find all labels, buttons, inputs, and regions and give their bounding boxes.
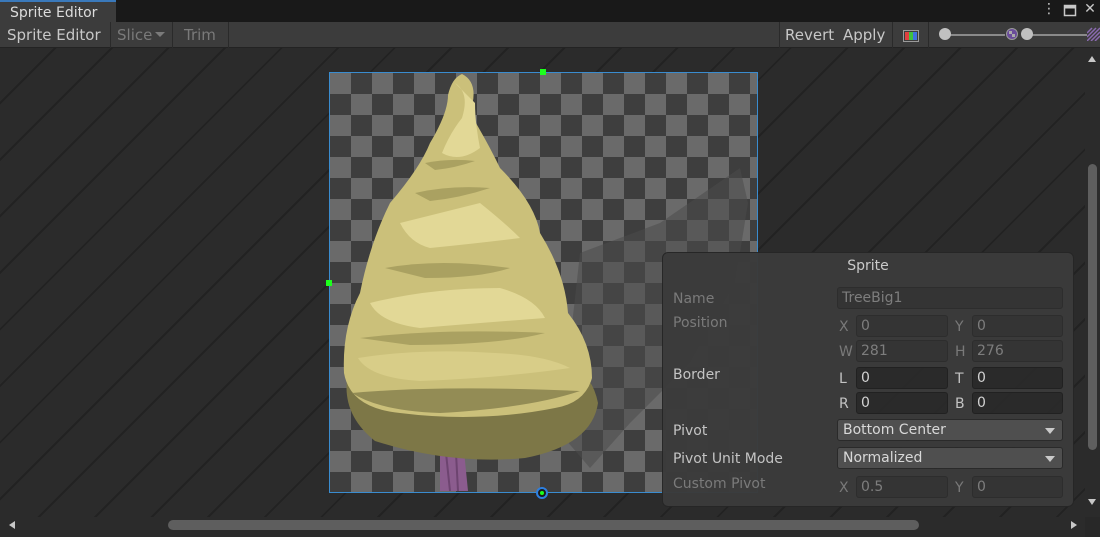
- panel-title: Sprite: [847, 258, 889, 274]
- pivot-handle[interactable]: [536, 487, 548, 499]
- border-t-field[interactable]: 0: [972, 367, 1063, 389]
- size-w-label: W: [839, 344, 853, 360]
- custom-pivot-x-label: X: [839, 480, 849, 496]
- border-t-label: T: [955, 371, 964, 387]
- slice-dropdown-label: Slice: [117, 26, 153, 44]
- vertical-scroll-thumb[interactable]: [1088, 164, 1097, 450]
- mip-level-icon: [1086, 27, 1100, 42]
- scroll-right-icon[interactable]: [1071, 521, 1077, 529]
- border-r-field[interactable]: 0: [856, 392, 948, 414]
- horizontal-scroll-thumb[interactable]: [168, 520, 919, 530]
- pivot-dropdown-value: Bottom Center: [843, 422, 946, 438]
- custom-pivot-x-field[interactable]: 0.5: [856, 476, 948, 498]
- vertical-scrollbar[interactable]: [1085, 48, 1100, 517]
- window-tab-bar: Sprite Editor ⋮ ✕: [0, 0, 1100, 22]
- close-icon[interactable]: ✕: [1081, 1, 1099, 21]
- pivot-label: Pivot: [673, 423, 708, 439]
- border-b-field[interactable]: 0: [972, 392, 1063, 414]
- custom-pivot-label: Custom Pivot: [673, 476, 766, 492]
- apply-button[interactable]: Apply: [837, 22, 893, 48]
- pivot-unit-mode-dropdown[interactable]: Normalized: [837, 447, 1063, 469]
- mip-slider-handle[interactable]: [1021, 28, 1033, 40]
- pivot-unit-mode-value: Normalized: [843, 450, 923, 466]
- border-l-field[interactable]: 0: [856, 367, 948, 389]
- resize-handle-top[interactable]: [540, 69, 546, 75]
- scroll-left-icon[interactable]: [9, 521, 15, 529]
- tab-sprite-editor[interactable]: Sprite Editor: [0, 0, 116, 22]
- mode-dropdown-label: Sprite Editor: [7, 26, 101, 44]
- revert-button[interactable]: Revert: [779, 22, 837, 48]
- zoom-icon: [1005, 27, 1019, 41]
- position-x-field[interactable]: 0: [856, 315, 948, 337]
- horizontal-scrollbar[interactable]: [0, 517, 1085, 537]
- position-x-label: X: [839, 319, 849, 335]
- position-label: Position: [673, 315, 728, 331]
- border-b-label: B: [955, 396, 965, 412]
- mip-slider-track[interactable]: [1025, 34, 1087, 36]
- border-r-label: R: [839, 396, 849, 412]
- chevron-down-icon: [155, 32, 166, 37]
- sprite-editor-toolbar: Sprite Editor Slice Trim Revert Apply: [0, 22, 1100, 55]
- mode-dropdown[interactable]: Sprite Editor: [0, 22, 111, 55]
- kebab-menu-icon[interactable]: ⋮: [1040, 1, 1058, 21]
- size-h-field[interactable]: 276: [972, 340, 1063, 362]
- position-y-field[interactable]: 0: [972, 315, 1063, 337]
- maximize-icon[interactable]: [1061, 1, 1079, 21]
- pivot-dropdown[interactable]: Bottom Center: [837, 419, 1063, 441]
- resize-handle-left[interactable]: [326, 280, 332, 286]
- name-field[interactable]: TreeBig1: [837, 287, 1063, 309]
- custom-pivot-y-label: Y: [955, 480, 964, 496]
- sprite-properties-panel: Sprite Name TreeBig1 Position X 0 Y 0 W …: [662, 252, 1074, 507]
- scroll-down-icon[interactable]: [1088, 499, 1096, 505]
- pivot-handle-dot: [540, 491, 544, 495]
- scroll-up-icon[interactable]: [1088, 56, 1096, 62]
- zoom-slider-handle[interactable]: [939, 28, 951, 40]
- chevron-down-icon: [1045, 428, 1055, 434]
- border-label: Border: [673, 367, 720, 383]
- slice-dropdown[interactable]: Slice: [111, 22, 173, 48]
- border-l-label: L: [839, 371, 847, 387]
- size-h-label: H: [955, 344, 966, 360]
- zoom-slider-track[interactable]: [943, 34, 1005, 36]
- custom-pivot-y-field[interactable]: 0: [972, 476, 1063, 498]
- position-y-label: Y: [955, 319, 964, 335]
- chevron-down-icon: [1045, 456, 1055, 462]
- size-w-field[interactable]: 281: [856, 340, 948, 362]
- trim-button[interactable]: Trim: [173, 22, 229, 48]
- pivot-unit-mode-label: Pivot Unit Mode: [673, 451, 783, 467]
- name-label: Name: [673, 291, 715, 307]
- color-channel-icon[interactable]: [893, 22, 929, 48]
- zoom-controls: [938, 22, 1100, 48]
